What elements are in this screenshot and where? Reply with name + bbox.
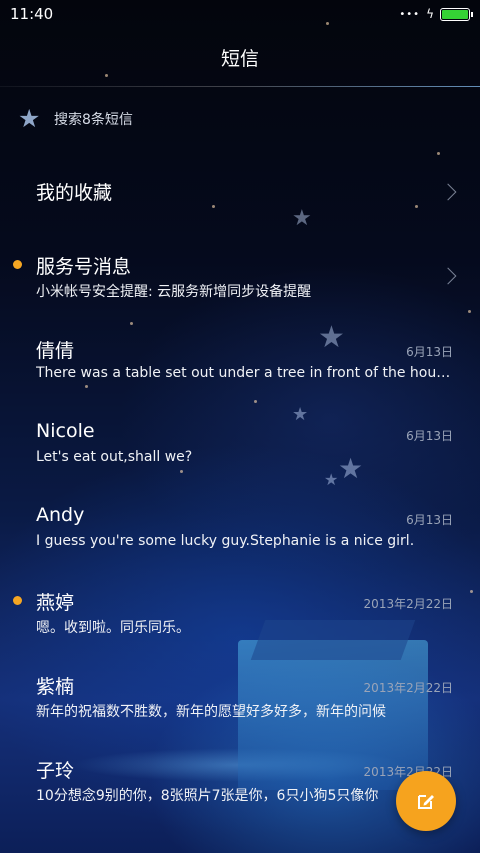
message-preview: 新年的祝福数不胜数，新年的愿望好多好多，新年的问候 bbox=[36, 704, 386, 720]
contact-name: Andy bbox=[36, 504, 85, 526]
battery-level bbox=[442, 9, 468, 19]
message-preview: Let's eat out,shall we? bbox=[36, 449, 193, 465]
message-preview: 嗯。收到啦。同乐同乐。 bbox=[36, 620, 190, 636]
header-divider bbox=[0, 86, 480, 87]
charging-icon: ϟ bbox=[426, 7, 434, 21]
message-preview: I guess you're some lucky guy.Stephanie … bbox=[36, 533, 415, 549]
message-preview: There was a table set out under a tree i… bbox=[36, 365, 452, 381]
favorites-label: 我的收藏 bbox=[36, 182, 113, 204]
conversation-row[interactable]: Andy 6月13日 I guess you're some lucky guy… bbox=[0, 486, 480, 570]
status-time: 11:40 bbox=[10, 5, 54, 23]
contact-name: 燕婷 bbox=[36, 592, 75, 614]
message-date: 6月13日 bbox=[406, 345, 453, 359]
page-title: 短信 bbox=[220, 47, 259, 70]
contact-name: Nicole bbox=[36, 420, 95, 442]
header: 短信 bbox=[0, 28, 480, 86]
message-preview: 10分想念9别的你，8张照片7张是你，6只小狗5只像你 bbox=[36, 788, 379, 804]
message-date: 6月13日 bbox=[406, 513, 453, 527]
conversation-row[interactable]: 紫楠 2013年2月22日 新年的祝福数不胜数，新年的愿望好多好多，新年的问候 bbox=[0, 654, 480, 738]
status-bar: 11:40 ••• ϟ bbox=[0, 0, 480, 28]
service-name: 服务号消息 bbox=[36, 256, 132, 278]
star-search-icon: ★ bbox=[18, 104, 41, 133]
contact-name: 紫楠 bbox=[36, 676, 75, 698]
search-bar[interactable]: ★ 搜索8条短信 bbox=[0, 98, 480, 140]
compose-button[interactable] bbox=[396, 771, 456, 831]
signal-icon: ••• bbox=[399, 8, 421, 20]
favorites-row[interactable]: 我的收藏 bbox=[0, 150, 480, 234]
service-messages-row[interactable]: 服务号消息 小米帐号安全提醒: 云服务新增同步设备提醒 bbox=[0, 234, 480, 318]
conversation-row[interactable]: 燕婷 2013年2月22日 嗯。收到啦。同乐同乐。 bbox=[0, 570, 480, 654]
battery-icon bbox=[440, 7, 473, 21]
message-date: 2013年2月22日 bbox=[363, 597, 453, 611]
unread-dot bbox=[13, 260, 22, 269]
conversation-row[interactable]: Nicole 6月13日 Let's eat out,shall we? bbox=[0, 402, 480, 486]
compose-icon bbox=[418, 795, 434, 809]
status-indicators: ••• ϟ bbox=[399, 7, 473, 21]
service-preview: 小米帐号安全提醒: 云服务新增同步设备提醒 bbox=[36, 284, 312, 300]
search-label: 搜索8条短信 bbox=[54, 112, 133, 128]
conversation-row[interactable]: 倩倩 6月13日 There was a table set out under… bbox=[0, 318, 480, 402]
chevron-right-icon bbox=[439, 183, 457, 201]
unread-dot bbox=[13, 596, 22, 605]
message-date: 2013年2月22日 bbox=[363, 681, 453, 695]
message-date: 6月13日 bbox=[406, 429, 453, 443]
contact-name: 倩倩 bbox=[36, 340, 75, 362]
contact-name: 子玲 bbox=[36, 760, 75, 782]
